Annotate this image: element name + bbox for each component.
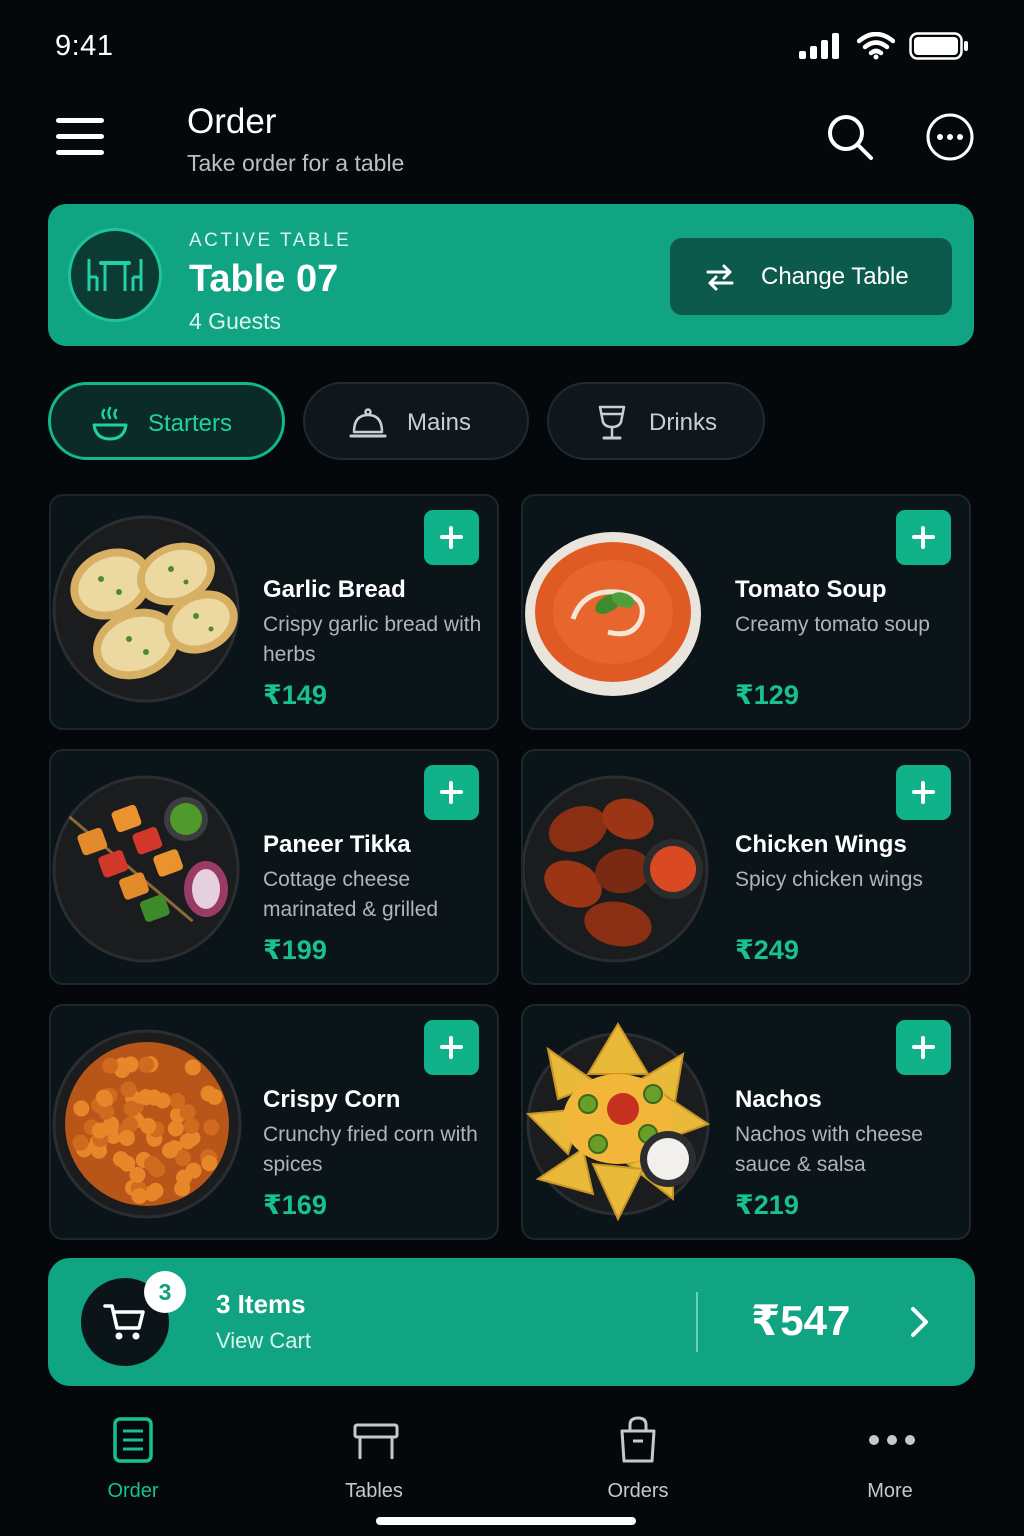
menu-item-card[interactable]: Chicken Wings Spicy chicken wings ₹249 [521,749,971,985]
menu-item-card[interactable]: Paneer Tikka Cottage cheese marinated & … [49,749,499,985]
status-bar: 9:41 [0,0,1024,90]
item-price: ₹249 [735,935,799,965]
item-description: Spicy chicken wings [735,868,923,891]
page-title: Order [187,102,277,141]
add-item-button[interactable] [424,1020,479,1075]
item-description: Nachos with cheese sauce & salsa [735,1123,923,1176]
chevron-right-icon [911,1307,928,1337]
tab-starters[interactable]: Starters [48,382,285,460]
add-item-button[interactable] [896,1020,951,1075]
menu-item-card[interactable]: Tomato Soup Creamy tomato soup ₹129 [521,494,971,730]
item-description: Crispy garlic bread with herbs [263,613,482,666]
table-icon [353,1423,399,1459]
tab-label: Drinks [649,409,718,436]
status-time: 9:41 [55,30,114,62]
guest-count: 4 Guests [189,308,282,334]
item-name: Paneer Tikka [263,831,411,858]
swap-icon [706,264,734,291]
menu-item-card[interactable]: Crispy Corn Crunchy fried corn with spic… [49,1004,499,1240]
item-name: Crispy Corn [263,1086,401,1113]
menu-item-card[interactable]: Nachos Nachos with cheese sauce & salsa … [521,1004,971,1240]
chicken-wings-image [521,759,718,969]
cloche-icon [349,408,387,438]
status-icons [799,32,969,60]
more-options-icon[interactable] [925,112,975,162]
app-header: Order Take order for a table [0,90,1024,200]
search-icon[interactable] [825,112,875,162]
crispy-corn-image [51,1014,246,1224]
change-table-label: Change Table [761,263,909,290]
order-icon [113,1417,153,1463]
nav-label: Tables [345,1480,403,1502]
home-indicator [376,1517,636,1525]
item-description: Creamy tomato soup [735,613,930,636]
nav-tables[interactable]: Tables [294,1413,454,1503]
tab-drinks[interactable]: Drinks [547,382,765,460]
menu-item-card[interactable]: Garlic Bread Crispy garlic bread with he… [49,494,499,730]
nav-more[interactable]: More [810,1413,970,1503]
nav-label: More [867,1480,913,1502]
divider [696,1292,698,1352]
nav-label: Order [107,1480,159,1502]
nachos-image [523,1014,718,1224]
page-subtitle: Take order for a table [187,150,405,176]
add-item-button[interactable] [424,510,479,565]
tab-label: Starters [148,410,233,437]
item-description: Crunchy fried corn with spices [263,1123,478,1176]
item-name: Tomato Soup [735,576,887,603]
item-name: Chicken Wings [735,831,907,858]
item-name: Nachos [735,1086,822,1113]
nav-orders[interactable]: Orders [558,1413,718,1503]
active-table-card: ACTIVE TABLE Table 07 4 Guests Change Ta… [48,204,974,346]
paneer-tikka-image [51,759,246,969]
view-cart-label: View Cart [216,1328,311,1353]
item-price: ₹199 [263,935,327,965]
cart-items-count: 3 Items [216,1289,306,1319]
cart-total: ₹547 [751,1297,851,1344]
change-table-button[interactable]: Change Table [670,238,952,315]
garlic-bread-image [51,504,246,714]
tab-label: Mains [407,409,472,436]
tomato-soup-image [523,504,718,714]
dots-icon [869,1435,915,1445]
item-price: ₹169 [263,1190,327,1220]
item-price: ₹129 [735,680,799,710]
item-description: Cottage cheese marinated & grilled [263,868,439,921]
item-price: ₹149 [263,680,327,710]
wifi-icon [857,32,895,60]
view-cart-bar[interactable]: 3 3 Items View Cart ₹547 [48,1258,975,1386]
glass-icon [598,405,626,440]
active-table-label: ACTIVE TABLE [189,230,352,251]
battery-icon [909,32,968,60]
bowl-icon [92,406,128,441]
tab-mains[interactable]: Mains [303,382,529,460]
add-item-button[interactable] [896,765,951,820]
hamburger-menu-icon[interactable] [56,118,104,156]
add-item-button[interactable] [896,510,951,565]
item-price: ₹219 [735,1190,799,1220]
table-icon [68,228,162,322]
category-tabs: Starters Mains Drinks [48,382,978,462]
table-name: Table 07 [189,258,339,300]
item-name: Garlic Bread [263,576,406,603]
add-item-button[interactable] [424,765,479,820]
cart-count-badge: 3 [144,1271,186,1313]
nav-label: Orders [607,1480,669,1502]
signal-icon [799,33,839,59]
bag-icon [620,1416,656,1463]
nav-order[interactable]: Order [53,1413,213,1503]
